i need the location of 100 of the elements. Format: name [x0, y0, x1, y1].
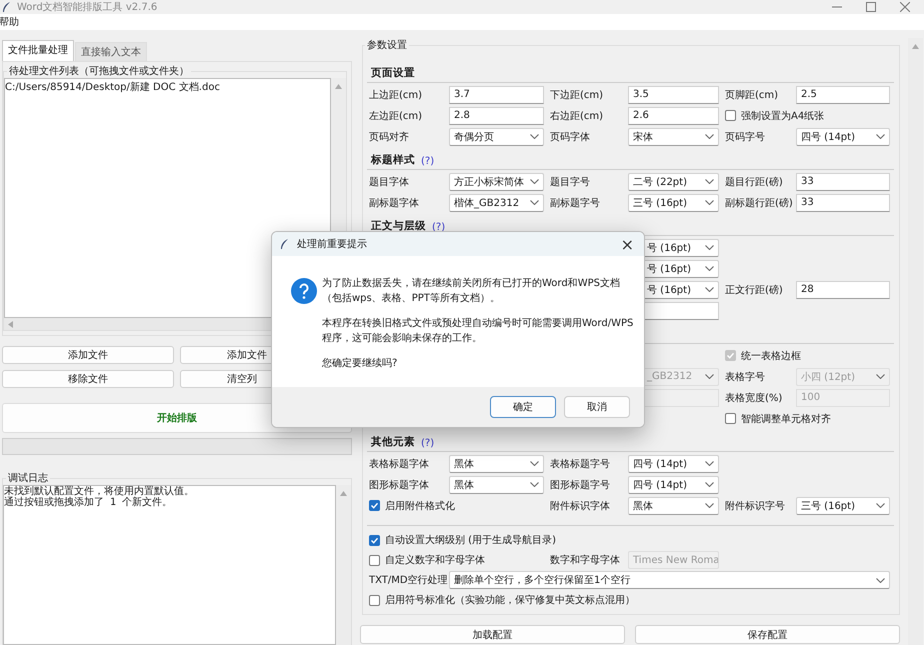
dropdown[interactable]: 奇偶分页: [449, 128, 544, 146]
field-label: 下边距(cm): [549, 88, 604, 102]
checkbox-label: 自动设置大纲级别 (用于生成导航目录): [385, 534, 556, 547]
section-title: 其他元素: [371, 435, 415, 449]
checkbox[interactable]: [725, 110, 736, 121]
field-label: 副标题行距(磅): [724, 196, 794, 210]
field-label: 表格字号: [724, 370, 766, 384]
section-title: 页面设置: [371, 66, 415, 80]
checkbox[interactable]: [369, 500, 380, 511]
chevron-down-icon: [705, 134, 714, 139]
config-button[interactable]: 保存配置: [635, 625, 900, 644]
chevron-down-icon: [876, 578, 885, 582]
checkbox-label: 统一表格边框: [741, 350, 801, 362]
checkbox-label: 智能调整单元格对齐: [741, 412, 831, 426]
chevron-down-icon: [705, 200, 714, 205]
checkbox-label: 强制设置为A4纸张: [741, 110, 824, 122]
chevron-down-icon: [705, 245, 714, 250]
text-field[interactable]: 2.5: [796, 86, 890, 104]
dropdown[interactable]: 四号 (14pt): [796, 128, 890, 146]
field-label: 副标题字体: [368, 196, 420, 210]
help-link[interactable]: (?): [421, 156, 434, 167]
feather-icon: [2, 2, 11, 12]
log-line: 通过按钮或拖拽添加了 1 个新文件。: [4, 497, 174, 508]
chevron-down-icon: [876, 503, 885, 508]
dropdown[interactable]: 方正小标宋简体: [449, 172, 544, 190]
text-field[interactable]: 28: [796, 280, 890, 298]
field-label: 题目字号: [549, 176, 591, 188]
up-arrow-icon: [912, 44, 919, 49]
config-button[interactable]: 加载配置: [360, 625, 625, 644]
feather-icon: [280, 238, 289, 250]
dropdown[interactable]: 二号 (22pt): [628, 172, 719, 190]
tab[interactable]: 直接输入文本: [75, 42, 147, 61]
action-button[interactable]: 添加文件: [2, 346, 174, 364]
chevron-down-icon: [705, 503, 714, 508]
dropdown[interactable]: 四号 (14pt): [628, 454, 719, 472]
dropdown[interactable]: 三号 (16pt): [796, 496, 890, 514]
chevron-down-icon: [530, 482, 539, 487]
dialog-message: 本程序在转换旧格式文件或预处理自动编号时可能需要调用Word/WPS程序，这可能会影响未保存的工作。: [322, 316, 634, 346]
field-label: 题目字体: [368, 176, 410, 188]
up-arrow-icon: [335, 84, 342, 89]
dialog-button[interactable]: 确定: [490, 396, 556, 418]
checkbox[interactable]: [369, 594, 380, 606]
dropdown[interactable]: 楷体_GB2312: [449, 194, 544, 212]
scrollbar[interactable]: [908, 38, 923, 645]
text-field[interactable]: 2.8: [449, 106, 544, 124]
text-field[interactable]: 33: [796, 194, 890, 212]
dialog-button[interactable]: 取消: [564, 396, 630, 418]
text-field[interactable]: 33: [796, 172, 890, 190]
group-title: 参数设置: [366, 38, 408, 52]
maximize-icon[interactable]: [866, 2, 876, 12]
checkbox-label: 启用符号标准化（实验功能，保守修复中英文标点混用）: [385, 594, 635, 607]
chevron-down-icon: [530, 200, 539, 205]
question-icon: [291, 278, 317, 304]
checkbox[interactable]: [369, 534, 380, 546]
checkbox-label: 启用附件格式化: [385, 500, 455, 512]
chevron-down-icon: [705, 482, 714, 487]
field-label: 副标题字号: [549, 196, 601, 210]
chevron-down-icon: [705, 266, 714, 271]
close-icon[interactable]: [900, 2, 910, 12]
help-link[interactable]: (?): [432, 222, 446, 233]
field-label: 附件标识字号: [724, 500, 786, 512]
field-label: TXT/MD空行处理: [368, 574, 449, 587]
field-label: 表格标题字号: [549, 458, 611, 470]
chevron-down-icon: [705, 179, 714, 184]
text-field[interactable]: 3.5: [628, 86, 719, 104]
field-label: 页码对齐: [368, 130, 410, 144]
field-label: 题目行距(磅): [724, 176, 784, 188]
checkbox[interactable]: [369, 554, 380, 566]
dropdown[interactable]: 删除单个空行，多个空行保留至1个空行: [449, 571, 890, 589]
text-field[interactable]: 2.6: [628, 106, 719, 124]
log-line: 未找到默认配置文件，将使用内置默认值。: [4, 486, 195, 497]
action-button[interactable]: 移除文件: [2, 370, 174, 388]
checkbox[interactable]: [725, 413, 736, 424]
field-label: 页码字体: [549, 130, 591, 144]
tab[interactable]: 文件批量处理: [2, 40, 74, 61]
dropdown[interactable]: 黑体: [628, 496, 719, 514]
field-label: 右边距(cm): [549, 110, 604, 122]
dropdown[interactable]: 黑体: [449, 454, 544, 472]
help-link[interactable]: (?): [421, 438, 434, 449]
chevron-down-icon: [876, 374, 885, 379]
scrollbar[interactable]: [336, 485, 351, 645]
dropdown[interactable]: 四号 (14pt): [628, 476, 719, 494]
field-label: 附件标识字体: [549, 500, 611, 512]
chevron-down-icon: [530, 461, 539, 466]
file-item[interactable]: C:/Users/85914/Desktop/新建 DOC 文档.doc: [5, 79, 330, 95]
checkbox-label: 自定义数字和字母字体: [385, 554, 485, 567]
chevron-down-icon: [705, 374, 714, 379]
left-arrow-icon: [8, 320, 13, 328]
text-field[interactable]: 3.7: [449, 86, 544, 104]
field-label: 表格标题字体: [368, 458, 430, 470]
chevron-down-icon: [530, 179, 539, 184]
dropdown[interactable]: 宋体: [628, 128, 719, 146]
chevron-down-icon: [705, 287, 714, 292]
field-label: 正文行距(磅): [724, 284, 784, 296]
field-label: 数字和字母字体: [549, 554, 621, 567]
chevron-down-icon: [705, 461, 714, 466]
dropdown[interactable]: 三号 (16pt): [628, 194, 719, 212]
dialog-message: 为了防止数据丢失，请在继续前关闭所有已打开的Word和WPS文档（包括wps、表格、PPT等所有文档）。: [322, 276, 621, 306]
dropdown[interactable]: 黑体: [449, 476, 544, 494]
chevron-down-icon: [876, 134, 885, 139]
